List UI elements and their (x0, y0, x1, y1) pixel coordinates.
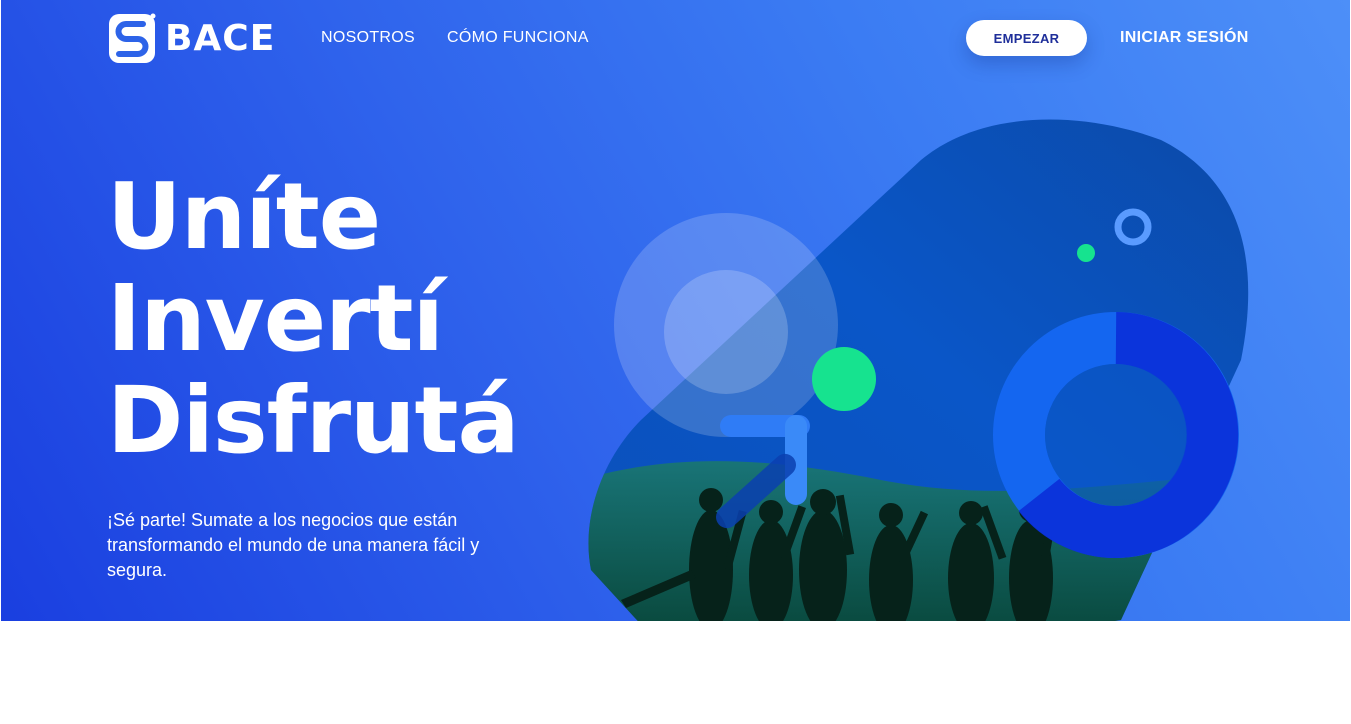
hero-section: BACE NOSOTROS CÓMO FUNCIONA EMPEZAR INIC… (1, 0, 1350, 621)
brand-name: BACE (165, 18, 276, 59)
nav-link-como-funciona[interactable]: CÓMO FUNCIONA (447, 29, 589, 47)
start-button[interactable]: EMPEZAR (966, 20, 1087, 56)
login-link[interactable]: INICIAR SESIÓN (1120, 29, 1249, 47)
headline-line-unite: Uníte (107, 163, 381, 270)
green-circle (812, 347, 876, 411)
hero-headline: Uníte Invertí Disfrutá (107, 163, 520, 474)
hero-subtitle: ¡Sé parte! Sumate a los negocios que est… (107, 510, 480, 580)
headline-line-disfruta: Disfrutá (107, 367, 520, 474)
hero-illustration (588, 119, 1249, 621)
small-green-dot (1077, 244, 1095, 262)
brand-logo[interactable]: BACE (107, 12, 275, 65)
nav-link-nosotros[interactable]: NOSOTROS (321, 29, 415, 47)
headline-line-inverti: Invertí (107, 265, 444, 372)
bace-logo-icon (109, 13, 156, 63)
top-navigation: BACE NOSOTROS CÓMO FUNCIONA EMPEZAR INIC… (1, 0, 1350, 80)
